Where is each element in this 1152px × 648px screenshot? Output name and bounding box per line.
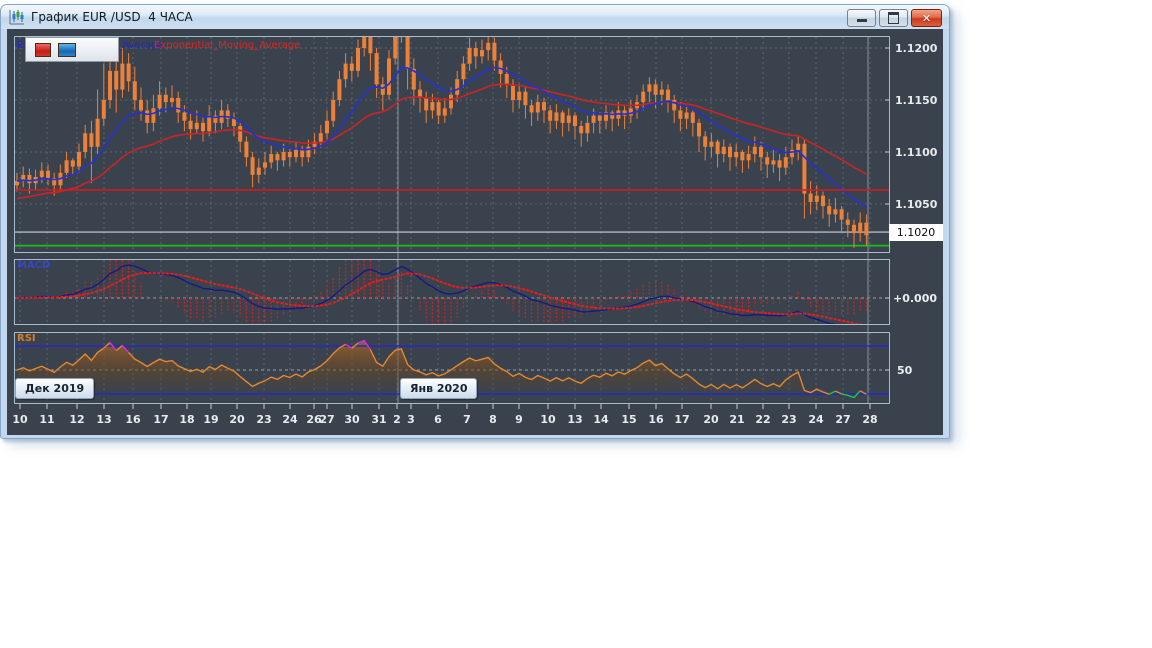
macd-signal-line bbox=[16, 271, 867, 325]
close-button[interactable]: ✕ bbox=[911, 9, 942, 27]
date-label: 16 bbox=[125, 413, 141, 426]
date-label: 16 bbox=[648, 413, 664, 426]
price-axis-label: 1.1050 bbox=[895, 198, 938, 211]
ema-fast-line bbox=[16, 66, 867, 209]
legend-ema-slow: Exponential_Moving_Average bbox=[154, 40, 301, 51]
price-axis-label: 1.1150 bbox=[895, 94, 938, 107]
date-label: 10 bbox=[12, 413, 28, 426]
date-label: 2 bbox=[393, 413, 401, 426]
date-label: 19 bbox=[203, 413, 218, 426]
date-label: 6 bbox=[434, 413, 442, 426]
date-label: 20 bbox=[703, 413, 719, 426]
date-label: 22 bbox=[755, 413, 770, 426]
indicator-blue-button[interactable] bbox=[58, 42, 76, 57]
restore-button[interactable] bbox=[879, 9, 908, 27]
date-label: 24 bbox=[808, 413, 824, 426]
support-lines bbox=[15, 231, 889, 247]
date-label: 10 bbox=[540, 413, 556, 426]
date-label: 9 bbox=[515, 413, 523, 426]
date-label: 7 bbox=[463, 413, 471, 426]
date-label: 21 bbox=[729, 413, 744, 426]
chart-canvas[interactable]: 1.1200 1.1150 1.1100 1.1050 10 11 12 13 16 17 18 19… bbox=[7, 29, 943, 435]
date-label: 8 bbox=[489, 413, 497, 426]
date-label: 31 bbox=[371, 413, 386, 426]
minimize-button[interactable] bbox=[847, 9, 876, 27]
ema-layer bbox=[16, 66, 867, 209]
minimize-icon bbox=[857, 19, 867, 22]
date-label: 28 bbox=[862, 413, 877, 426]
indicator-button-box bbox=[25, 37, 119, 62]
date-label: 17 bbox=[153, 413, 168, 426]
restore-icon bbox=[888, 12, 899, 24]
chart-client-area: 1.1200 1.1150 1.1100 1.1050 10 11 12 13 16 17 18 19… bbox=[7, 29, 943, 435]
date-label: 12 bbox=[69, 413, 84, 426]
macd-line bbox=[16, 264, 839, 325]
date-label: 17 bbox=[674, 413, 689, 426]
date-label: 27 bbox=[835, 413, 850, 426]
date-label: 11 bbox=[39, 413, 54, 426]
date-label: 23 bbox=[781, 413, 796, 426]
date-label: 13 bbox=[96, 413, 111, 426]
window-controls: ✕ bbox=[847, 9, 942, 27]
macd-layer bbox=[16, 259, 868, 325]
date-label: 30 bbox=[344, 413, 360, 426]
window-title: График EUR /USD 4 ЧАСА bbox=[31, 10, 193, 24]
macd-panel-label: MACD bbox=[17, 260, 51, 271]
date-label: 18 bbox=[179, 413, 194, 426]
price-axis-label: 1.1200 bbox=[895, 42, 938, 55]
macd-axis-label: +0.000 bbox=[893, 292, 938, 305]
indicator-red-button[interactable] bbox=[35, 42, 51, 57]
chart-window: График EUR /USD 4 ЧАСА ✕ 1.1200 1.1150 1.1… bbox=[0, 4, 950, 439]
current-price-box: 1.1020 bbox=[889, 224, 943, 241]
date-label: 13 bbox=[567, 413, 582, 426]
rsi-axis-label: 50 bbox=[897, 364, 913, 377]
ema-slow-line bbox=[16, 83, 867, 200]
month-badge-jan2020[interactable]: Янв 2020 bbox=[400, 378, 478, 399]
date-label: 3 bbox=[407, 413, 415, 426]
date-label: 14 bbox=[593, 413, 609, 426]
month-badge-dec2019[interactable]: Дек 2019 bbox=[15, 378, 95, 399]
date-label: 15 bbox=[621, 413, 636, 426]
date-label: 23 bbox=[256, 413, 271, 426]
date-label: 27 bbox=[319, 413, 334, 426]
title-bar[interactable]: График EUR /USD 4 ЧАСА ✕ bbox=[1, 5, 949, 29]
date-label: 20 bbox=[229, 413, 245, 426]
rsi-panel-label: RSI bbox=[17, 333, 36, 344]
price-axis-label: 1.1100 bbox=[895, 146, 938, 159]
chart-app-icon bbox=[8, 9, 25, 26]
date-label: 24 bbox=[282, 413, 298, 426]
